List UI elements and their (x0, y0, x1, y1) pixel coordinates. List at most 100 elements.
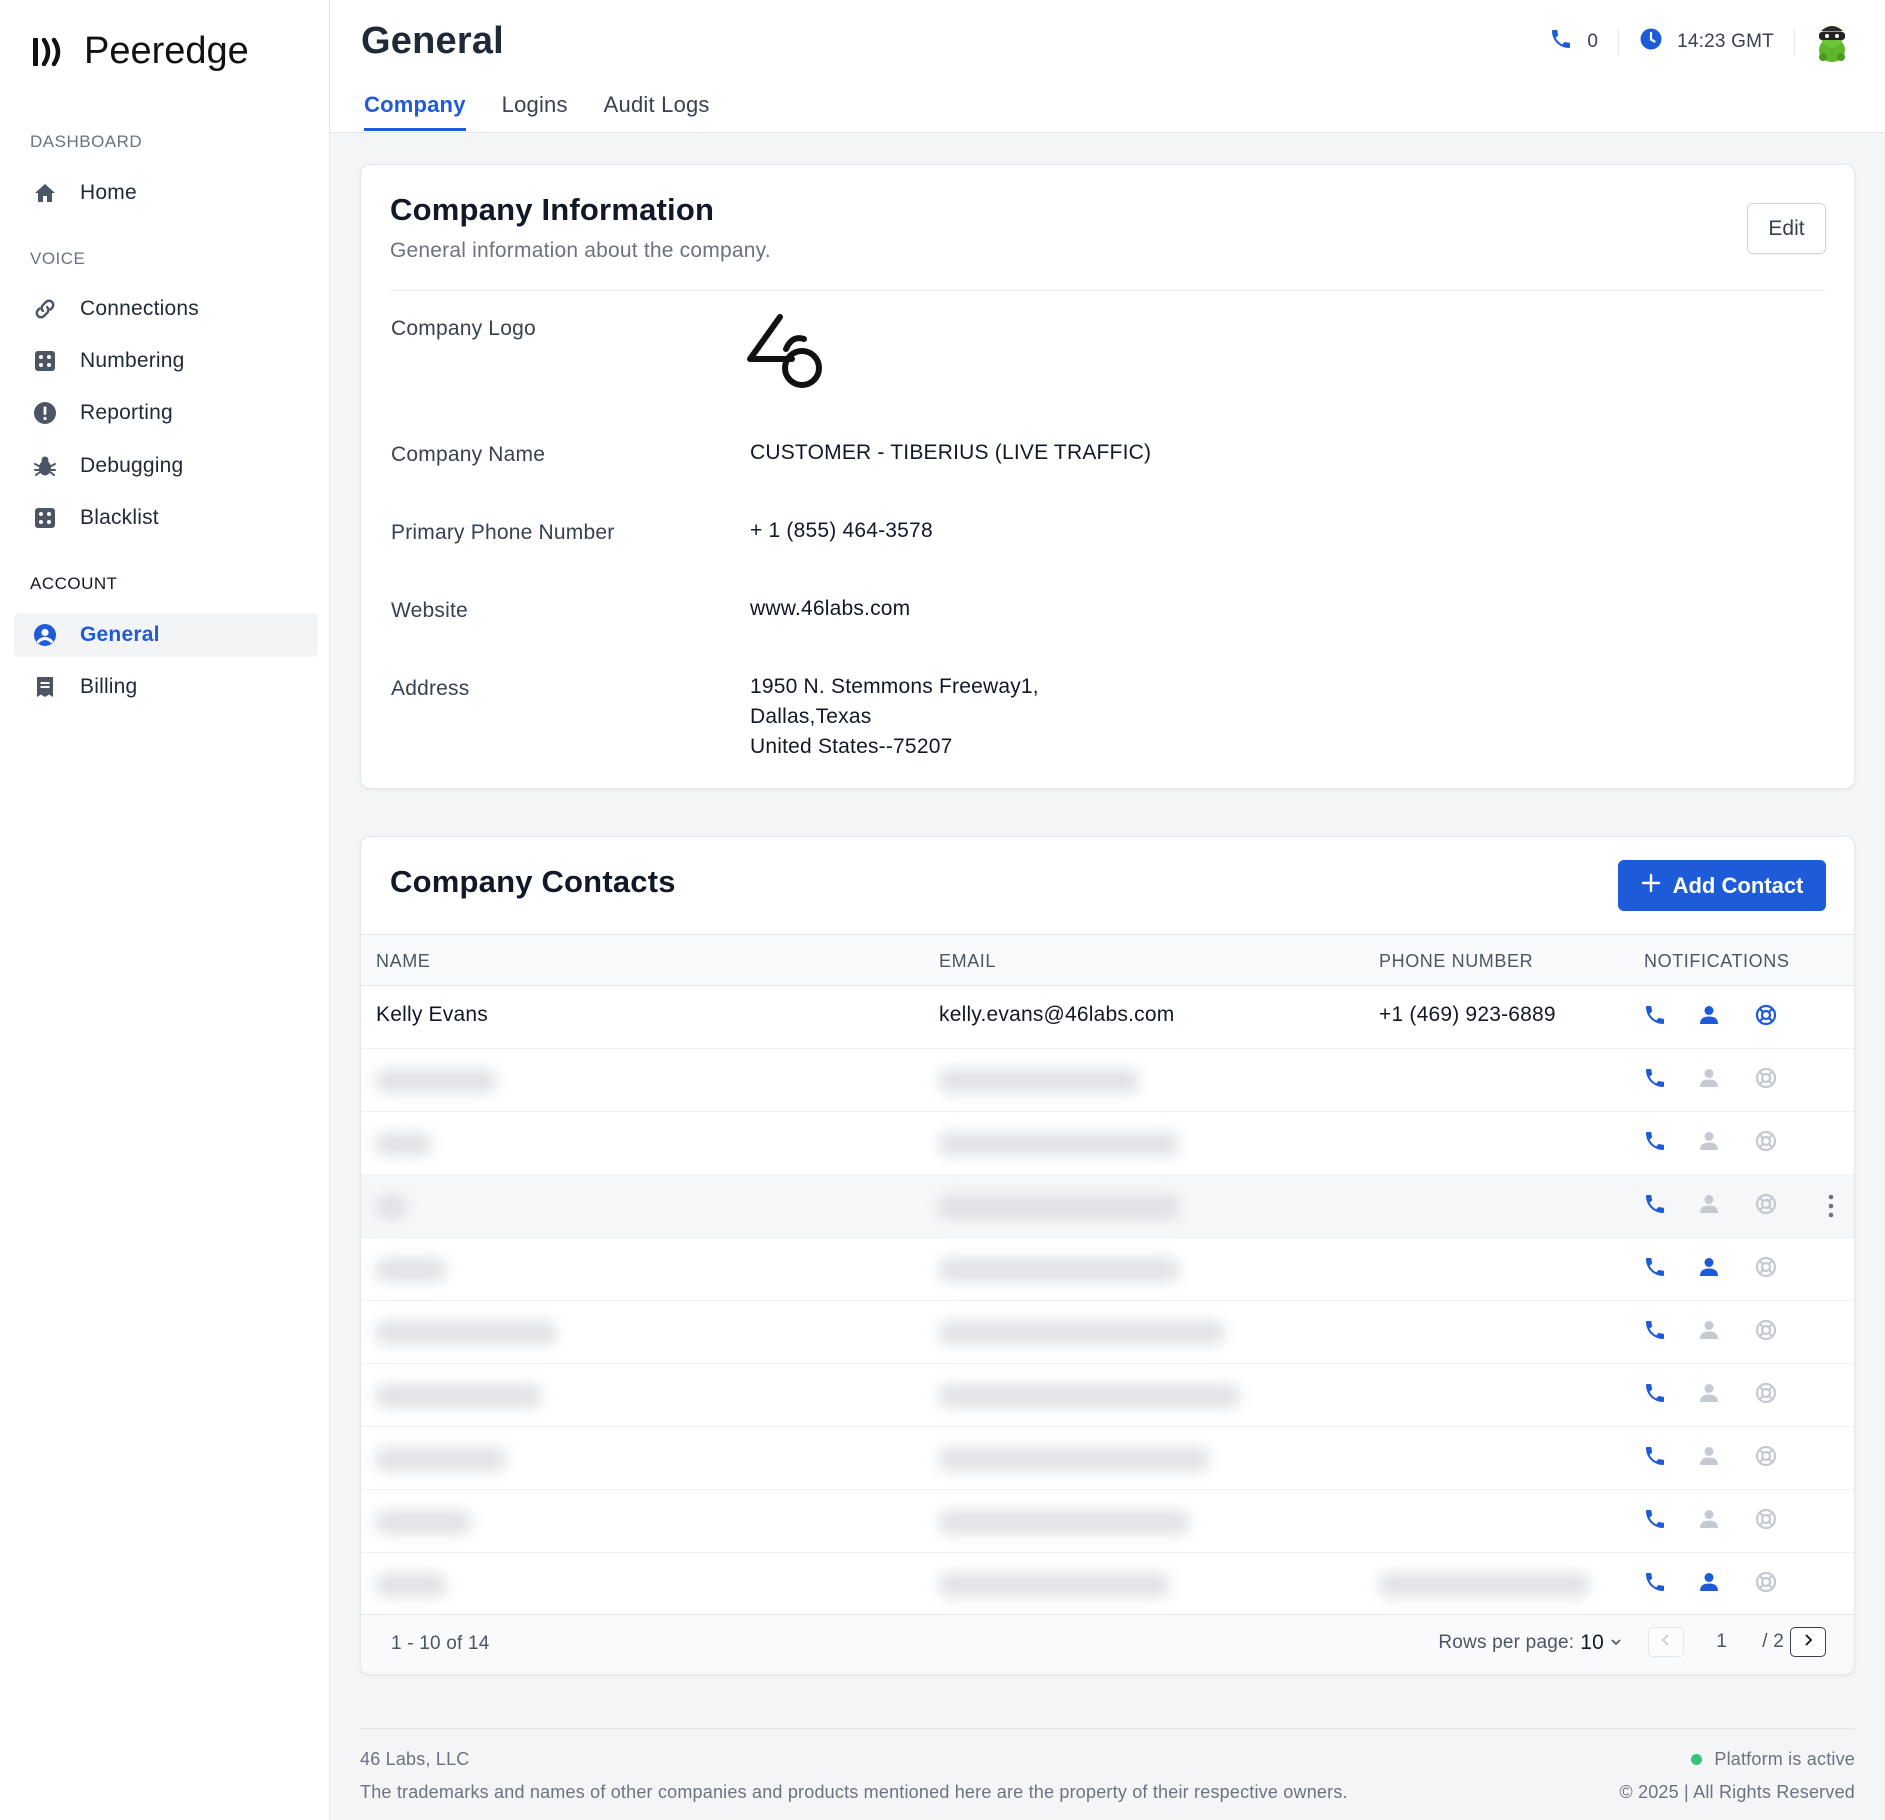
sidebar-item-label: Blacklist (80, 506, 159, 529)
support-notification-icon[interactable] (1752, 1442, 1780, 1470)
table-row[interactable] (361, 1427, 1854, 1490)
redacted-name (376, 1384, 541, 1408)
address-value: 1950 N. Stemmons Freeway1, Dallas,Texas … (750, 672, 1039, 762)
table-row[interactable] (361, 1238, 1854, 1301)
current-page[interactable]: 1 (1716, 1631, 1727, 1653)
call-notification-icon[interactable] (1641, 1379, 1669, 1407)
user-notification-icon[interactable] (1695, 1442, 1723, 1470)
platform-status-text: Platform is active (1714, 1749, 1855, 1769)
table-row[interactable] (361, 1364, 1854, 1427)
call-notification-icon[interactable] (1641, 1127, 1669, 1155)
add-contact-label: Add Contact (1672, 872, 1804, 898)
user-notification-icon[interactable] (1695, 1127, 1723, 1155)
sidebar-item-general[interactable]: General (14, 613, 318, 657)
support-notification-icon[interactable] (1752, 1127, 1780, 1155)
sidebar-item-connections[interactable]: Connections (14, 287, 318, 331)
add-contact-button[interactable]: Add Contact (1618, 860, 1826, 911)
sidebar-item-home[interactable]: Home (14, 171, 318, 215)
company-name-value: CUSTOMER - TIBERIUS (LIVE TRAFFIC) (750, 441, 1152, 464)
table-row[interactable] (361, 1049, 1854, 1112)
tab-company[interactable]: Company (364, 92, 466, 131)
sidebar-item-label: Billing (80, 675, 138, 698)
table-row[interactable] (361, 1175, 1854, 1238)
sidebar: Peeredge DASHBOARD Home VOICE Connection… (0, 0, 330, 1820)
call-notification-icon[interactable] (1641, 1316, 1669, 1344)
chevron-down-icon (1610, 1632, 1622, 1654)
active-calls-count: 0 (1587, 31, 1599, 52)
user-notification-icon[interactable] (1695, 1316, 1723, 1344)
redacted-email (939, 1384, 1239, 1408)
more-options-icon[interactable] (1826, 1191, 1836, 1221)
call-notification-icon[interactable] (1641, 1253, 1669, 1281)
call-notification-icon[interactable] (1641, 1001, 1669, 1029)
sidebar-item-debugging[interactable]: Debugging (14, 444, 318, 488)
active-calls[interactable]: 0 (1529, 27, 1618, 57)
user-notification-icon[interactable] (1695, 1001, 1723, 1029)
server-time: 14:23 GMT (1619, 27, 1794, 57)
company-info-subtitle: General information about the company. (390, 239, 771, 262)
support-notification-icon[interactable] (1752, 1064, 1780, 1092)
column-header-name[interactable]: NAME (376, 951, 430, 972)
user-notification-icon[interactable] (1695, 1379, 1723, 1407)
sidebar-item-billing[interactable]: Billing (14, 665, 318, 709)
footer-copyright: © 2025 | All Rights Reserved (1619, 1782, 1855, 1802)
primary-phone-label: Primary Phone Number (391, 521, 615, 544)
call-notification-icon[interactable] (1641, 1190, 1669, 1218)
tab-audit-logs[interactable]: Audit Logs (604, 92, 710, 131)
call-notification-icon[interactable] (1641, 1505, 1669, 1533)
previous-page-button[interactable] (1648, 1627, 1684, 1657)
call-notification-icon[interactable] (1641, 1442, 1669, 1470)
redacted-email (939, 1447, 1209, 1471)
table-row[interactable] (361, 1490, 1854, 1553)
call-notification-icon[interactable] (1641, 1568, 1669, 1596)
table-row[interactable] (361, 1553, 1854, 1616)
support-notification-icon[interactable] (1752, 1505, 1780, 1533)
support-notification-icon[interactable] (1752, 1316, 1780, 1344)
next-page-button[interactable] (1790, 1627, 1826, 1657)
column-header-phone[interactable]: PHONE NUMBER (1379, 951, 1533, 972)
tab-bar: Company Logins Audit Logs (364, 92, 710, 131)
primary-phone-value: + 1 (855) 464-3578 (750, 519, 933, 542)
user-notification-icon[interactable] (1695, 1505, 1723, 1533)
table-row[interactable] (361, 1112, 1854, 1175)
user-notification-icon[interactable] (1695, 1568, 1723, 1596)
support-notification-icon[interactable] (1752, 1253, 1780, 1281)
support-notification-icon[interactable] (1752, 1568, 1780, 1596)
redacted-name (376, 1573, 446, 1597)
sidebar-item-label: Home (80, 181, 137, 204)
sidebar-item-blacklist[interactable]: Blacklist (14, 496, 318, 540)
company-contacts-title: Company Contacts (390, 864, 676, 899)
table-row[interactable]: Kelly Evans kelly.evans@46labs.com +1 (4… (361, 986, 1854, 1049)
call-notification-icon[interactable] (1641, 1064, 1669, 1092)
company-info-title: Company Information (390, 192, 715, 227)
contact-phone: +1 (469) 923-6889 (1379, 1003, 1556, 1026)
rows-per-page[interactable]: Rows per page: 10 (1438, 1631, 1622, 1655)
avatar[interactable] (1809, 19, 1855, 65)
redacted-email (939, 1321, 1224, 1345)
receipt-icon (32, 674, 58, 700)
column-header-email[interactable]: EMAIL (939, 951, 996, 972)
support-notification-icon[interactable] (1752, 1190, 1780, 1218)
divider (390, 290, 1825, 291)
support-notification-icon[interactable] (1752, 1379, 1780, 1407)
support-notification-icon[interactable] (1752, 1001, 1780, 1029)
sidebar-item-reporting[interactable]: Reporting (14, 391, 318, 435)
redacted-email (939, 1573, 1169, 1597)
user-notification-icon[interactable] (1695, 1064, 1723, 1092)
brand[interactable]: Peeredge (30, 30, 249, 73)
alert-circle-icon (32, 400, 58, 426)
chevron-left-icon (1659, 1633, 1673, 1652)
tab-logins[interactable]: Logins (502, 92, 568, 131)
redacted-email (939, 1069, 1139, 1093)
sidebar-item-numbering[interactable]: Numbering (14, 339, 318, 383)
contact-email: kelly.evans@46labs.com (939, 1003, 1175, 1026)
sidebar-item-label: Reporting (80, 401, 173, 424)
user-notification-icon[interactable] (1695, 1190, 1723, 1218)
user-notification-icon[interactable] (1695, 1253, 1723, 1281)
rows-per-page-label: Rows per page: (1438, 1632, 1575, 1653)
edit-button[interactable]: Edit (1747, 203, 1826, 254)
column-header-notifications: NOTIFICATIONS (1644, 951, 1790, 971)
table-row[interactable] (361, 1301, 1854, 1364)
redacted-name (376, 1447, 506, 1471)
section-label-voice: VOICE (30, 249, 86, 268)
